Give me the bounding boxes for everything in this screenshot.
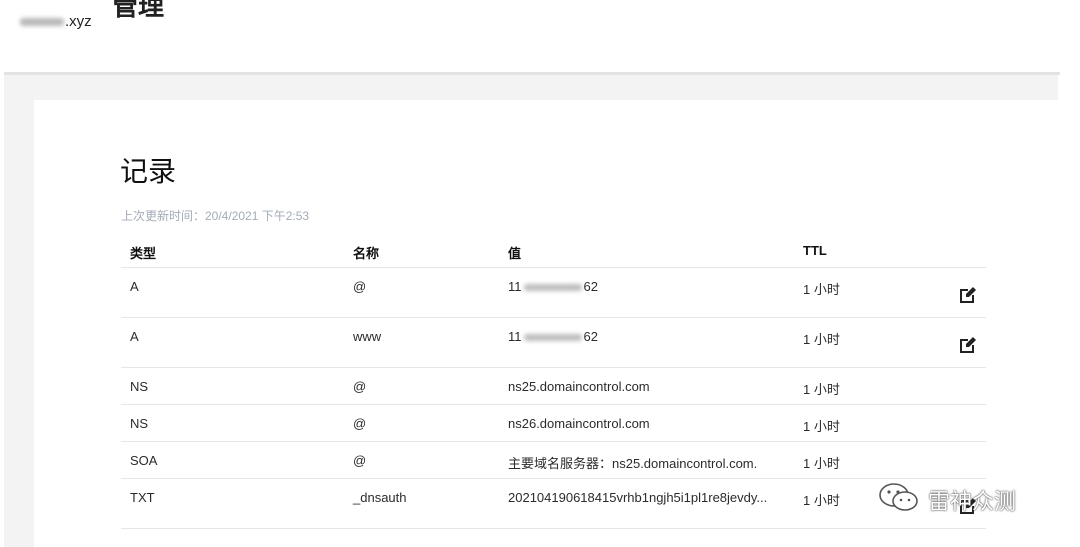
record-value: ns25.domaincontrol.com	[508, 379, 650, 394]
record-type: A	[130, 279, 139, 294]
record-ttl: 1 小时	[803, 456, 840, 471]
record-value: 11 62	[508, 329, 598, 344]
wechat-icon	[878, 482, 920, 517]
record-name: www	[353, 329, 382, 344]
record-name: @	[353, 379, 367, 394]
redacted-ip	[523, 334, 582, 342]
table-row: TXT _dnsauth 202104190618415vrhb1ngjh5i1…	[121, 479, 986, 529]
page-heading-cropped: 管理	[112, 0, 165, 21]
redacted-ip	[523, 284, 582, 292]
record-ttl: 1 小时	[803, 332, 840, 347]
watermark-text: 雷神众测	[928, 489, 1017, 515]
table-row: NS @ ns26.domaincontrol.com 1 小时	[121, 405, 986, 442]
record-ttl: 1 小时	[803, 493, 840, 508]
record-value: 主要域名服务器：ns25.domaincontrol.com.	[508, 456, 758, 471]
record-ttl: 1 小时	[803, 282, 840, 297]
record-value: ns26.domaincontrol.com	[508, 416, 650, 431]
record-ttl: 1 小时	[803, 419, 840, 434]
record-value: 202104190618415vrhb1ngjh5i1pl1re8jevdy..…	[508, 490, 768, 505]
table-row: A www 11 62 1 小时	[121, 318, 986, 368]
domain-suffix: .xyz	[65, 13, 92, 30]
record-type: A	[130, 329, 139, 344]
dns-records-table: 类型 名称 值 TTL A @ 11 62 1 小时 A www 11 62 1 小…	[121, 232, 986, 529]
record-name: _dnsauth	[353, 490, 407, 505]
watermark: 雷神众测	[878, 482, 1016, 517]
edit-icon[interactable]	[957, 284, 979, 306]
table-row: NS @ ns25.domaincontrol.com 1 小时	[121, 368, 986, 405]
record-name: @	[353, 453, 367, 468]
column-header-name: 名称	[353, 246, 380, 261]
edit-icon[interactable]	[957, 334, 979, 356]
record-type: SOA	[130, 453, 158, 468]
column-header-value: 值	[508, 246, 522, 261]
record-name: @	[353, 279, 367, 294]
record-type: NS	[130, 379, 149, 394]
record-value-prefix: 11	[508, 279, 522, 294]
record-value-prefix: 11	[508, 329, 522, 344]
record-name: @	[353, 416, 367, 431]
table-row: SOA @ 主要域名服务器：ns25.domaincontrol.com. 1 …	[121, 442, 986, 479]
record-ttl: 1 小时	[803, 382, 840, 397]
domain-label[interactable]: .xyz	[20, 13, 92, 30]
column-header-ttl: TTL	[803, 243, 827, 258]
section-title: 记录	[120, 156, 177, 187]
table-row: A @ 11 62 1 小时	[121, 268, 986, 318]
record-value-suffix: 62	[583, 329, 598, 344]
record-value: 11 62	[508, 279, 598, 294]
record-type: TXT	[130, 490, 155, 505]
domain-name-redacted	[20, 18, 64, 27]
table-header-row: 类型 名称 值 TTL	[121, 232, 986, 268]
top-bar: .xyz 管理	[0, 0, 1080, 72]
record-type: NS	[130, 416, 149, 431]
record-value-suffix: 62	[583, 279, 598, 294]
column-header-type: 类型	[130, 246, 157, 261]
last-updated-text: 上次更新时间：20/4/2021 下午2:53	[121, 209, 310, 223]
